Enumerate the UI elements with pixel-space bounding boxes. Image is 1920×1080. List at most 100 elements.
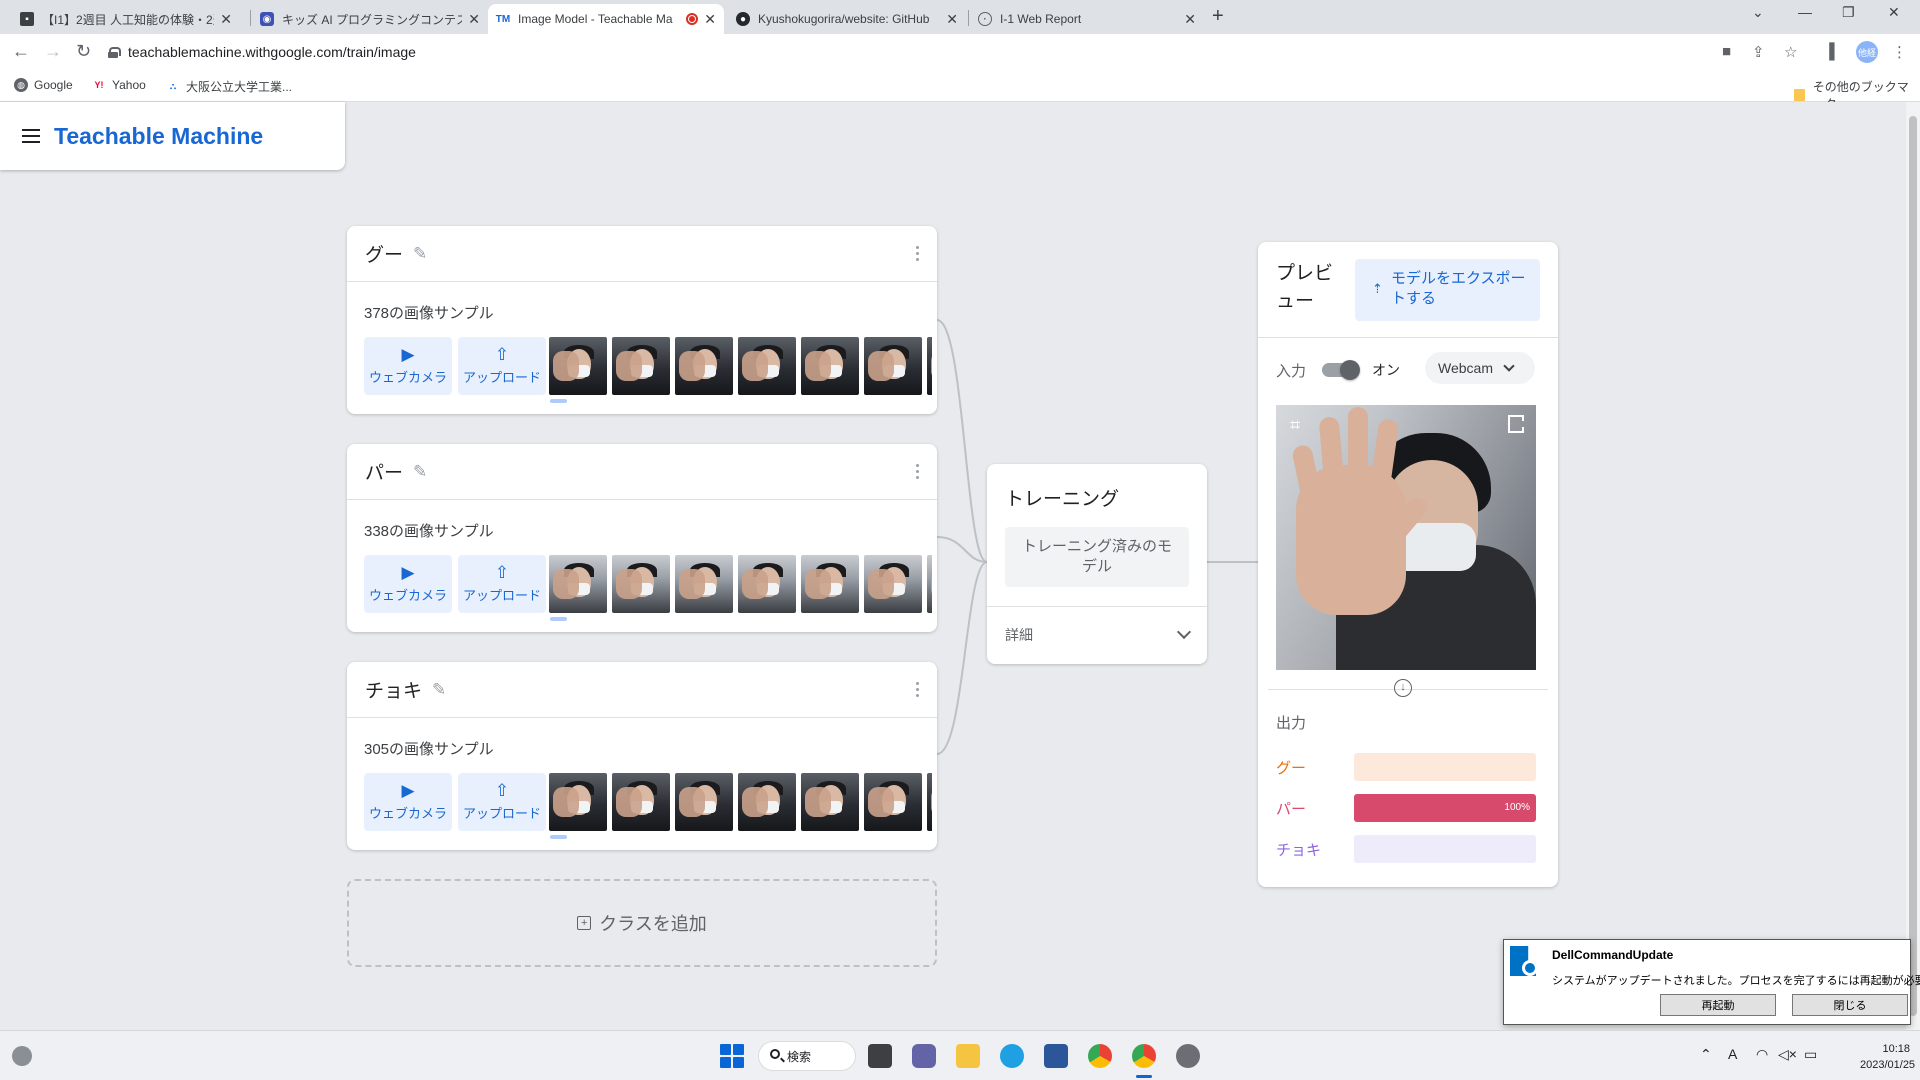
class-name[interactable]: グー xyxy=(365,240,403,267)
chrome-icon[interactable] xyxy=(1088,1044,1112,1068)
sample-thumbnail[interactable] xyxy=(864,555,922,613)
show-hidden-icon[interactable]: ⌃ xyxy=(1700,1046,1712,1063)
widgets-icon[interactable] xyxy=(12,1046,32,1066)
close-tab-icon[interactable]: ✕ xyxy=(704,11,716,28)
sample-thumbnail[interactable] xyxy=(927,337,932,395)
export-model-button[interactable]: ⇡ モデルをエクスポートする xyxy=(1355,259,1540,321)
scroll-indicator[interactable] xyxy=(550,835,567,839)
input-toggle[interactable] xyxy=(1322,360,1360,380)
menu-icon[interactable]: ⋮ xyxy=(1892,43,1907,61)
camera-icon[interactable]: ■ xyxy=(1722,43,1731,60)
chrome-profile-icon[interactable] xyxy=(1132,1044,1156,1068)
taskbar-search[interactable]: 検索 xyxy=(758,1041,856,1071)
sidepanel-icon[interactable]: ▐ xyxy=(1824,43,1835,60)
sample-thumbnail[interactable] xyxy=(738,773,796,831)
sample-thumbnail[interactable] xyxy=(801,337,859,395)
upload-button[interactable]: ⇧ アップロード xyxy=(458,773,546,831)
sample-thumbnail[interactable] xyxy=(801,773,859,831)
store-icon[interactable] xyxy=(1044,1044,1068,1068)
sample-thumbnail[interactable] xyxy=(675,773,733,831)
class-card: チョキ ✎ 305の画像サンプル ▶ ウェブカメラ ⇧ アップロード xyxy=(347,662,937,850)
sample-thumbnail[interactable] xyxy=(549,773,607,831)
sample-thumbnail[interactable] xyxy=(927,773,932,831)
bookmark-item[interactable]: ⛬ 大阪公立大学工業... xyxy=(166,78,292,95)
flip-icon[interactable] xyxy=(1508,415,1524,433)
restart-button[interactable]: 再起動 xyxy=(1660,994,1776,1016)
more-options-icon[interactable] xyxy=(916,682,919,697)
train-model-button[interactable]: トレーニング済みのモデル xyxy=(1005,527,1189,587)
more-options-icon[interactable] xyxy=(916,464,919,479)
crop-icon[interactable]: ⌗ xyxy=(1290,415,1300,436)
edit-pencil-icon[interactable]: ✎ xyxy=(413,462,427,482)
browser-tab-active[interactable]: TM Image Model - Teachable Ma ✕ xyxy=(488,4,724,34)
taskbar-clock[interactable]: 10:18 2023/01/25 xyxy=(1860,1041,1915,1073)
sample-thumbnail[interactable] xyxy=(675,337,733,395)
bookmark-item[interactable]: ◍ Google xyxy=(14,78,73,92)
reload-icon[interactable]: ↻ xyxy=(76,41,91,62)
sample-thumbnail[interactable] xyxy=(738,337,796,395)
sample-thumbnails[interactable] xyxy=(549,773,932,831)
restore-icon[interactable]: ❐ xyxy=(1842,4,1855,21)
browser-tab[interactable]: · I-1 Web Report ✕ xyxy=(970,4,1204,34)
edge-icon[interactable] xyxy=(1000,1044,1024,1068)
page-scrollbar[interactable] xyxy=(1906,102,1920,1030)
scroll-indicator[interactable] xyxy=(550,399,567,403)
close-tab-icon[interactable]: ✕ xyxy=(220,11,232,28)
new-tab-icon[interactable]: + xyxy=(1212,5,1224,28)
settings-gear-icon[interactable] xyxy=(1176,1044,1200,1068)
close-button[interactable]: 閉じる xyxy=(1792,994,1908,1016)
sample-thumbnail[interactable] xyxy=(738,555,796,613)
browser-tab[interactable]: ● Kyushokugorira/website: GitHub ✕ xyxy=(728,4,966,34)
upload-button[interactable]: ⇧ アップロード xyxy=(458,555,546,613)
task-view-icon[interactable] xyxy=(868,1044,892,1068)
arrow-down-icon[interactable]: ↓ xyxy=(1394,679,1412,697)
edit-pencil-icon[interactable]: ✎ xyxy=(413,244,427,264)
close-window-icon[interactable]: ✕ xyxy=(1888,4,1900,21)
sample-thumbnail[interactable] xyxy=(864,773,922,831)
add-class-button[interactable]: + クラスを追加 xyxy=(347,879,937,967)
close-tab-icon[interactable]: ✕ xyxy=(1184,11,1196,28)
avatar[interactable]: 他経 xyxy=(1856,41,1878,63)
battery-icon[interactable]: ▭ xyxy=(1804,1046,1817,1063)
address-bar[interactable]: teachablemachine.withgoogle.com/train/im… xyxy=(108,38,1808,66)
start-icon[interactable] xyxy=(720,1044,744,1068)
minimize-icon[interactable]: — xyxy=(1798,4,1812,20)
sample-thumbnails[interactable] xyxy=(549,337,932,395)
sample-thumbnail[interactable] xyxy=(864,337,922,395)
file-explorer-icon[interactable] xyxy=(956,1044,980,1068)
sample-thumbnail[interactable] xyxy=(549,555,607,613)
scroll-indicator[interactable] xyxy=(550,617,567,621)
webcam-button[interactable]: ▶ ウェブカメラ xyxy=(364,773,452,831)
edit-pencil-icon[interactable]: ✎ xyxy=(432,680,446,700)
browser-tab[interactable]: ◉ キッズ AI プログラミングコンテスト ✕ xyxy=(252,4,488,34)
webcam-button[interactable]: ▶ ウェブカメラ xyxy=(364,555,452,613)
volume-muted-icon[interactable]: ◁× xyxy=(1778,1046,1797,1063)
teams-icon[interactable] xyxy=(912,1044,936,1068)
bookmark-item[interactable]: Y! Yahoo xyxy=(92,78,146,92)
bookmark-star-icon[interactable]: ☆ xyxy=(1784,43,1797,61)
back-icon[interactable]: ← xyxy=(12,41,30,62)
class-name[interactable]: パー xyxy=(365,458,403,485)
sample-thumbnail[interactable] xyxy=(801,555,859,613)
close-tab-icon[interactable]: ✕ xyxy=(946,11,958,28)
share-icon[interactable]: ⇪ xyxy=(1752,43,1765,61)
upload-button[interactable]: ⇧ アップロード xyxy=(458,337,546,395)
sample-thumbnail[interactable] xyxy=(549,337,607,395)
sample-thumbnail[interactable] xyxy=(612,337,670,395)
class-name[interactable]: チョキ xyxy=(365,676,422,703)
advanced-toggle[interactable]: 詳細 xyxy=(987,606,1207,662)
close-tab-icon[interactable]: ✕ xyxy=(468,11,480,28)
sample-thumbnail[interactable] xyxy=(927,555,932,613)
sample-thumbnail[interactable] xyxy=(675,555,733,613)
sample-thumbnails[interactable] xyxy=(549,555,932,613)
ime-indicator[interactable]: A xyxy=(1728,1046,1737,1062)
webcam-button[interactable]: ▶ ウェブカメラ xyxy=(364,337,452,395)
sample-thumbnail[interactable] xyxy=(612,773,670,831)
browser-tab[interactable]: ▪ 【I1】2週目 人工知能の体験・2週目 ✕ xyxy=(12,4,240,34)
more-options-icon[interactable] xyxy=(916,246,919,261)
forward-icon[interactable]: → xyxy=(44,41,62,62)
wifi-icon[interactable]: ◠ xyxy=(1756,1046,1768,1063)
source-select[interactable]: Webcam xyxy=(1425,352,1535,384)
sample-thumbnail[interactable] xyxy=(612,555,670,613)
tab-search-icon[interactable]: ⌄ xyxy=(1752,4,1764,21)
